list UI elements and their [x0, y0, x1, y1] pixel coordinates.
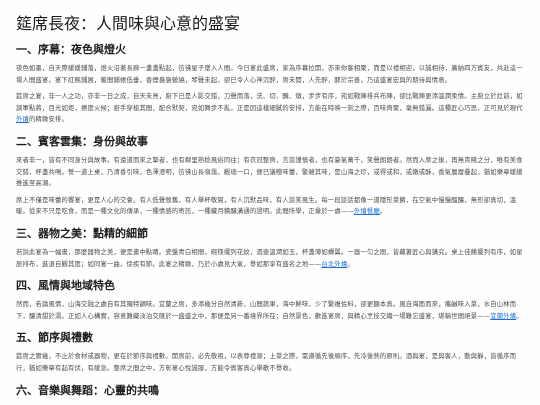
link-taipei-catering[interactable]: 台北外燴: [321, 261, 347, 268]
section-vessels: 三、器物之美：點精的細節 若說此宴為一幅畫，那麼器物之美，便是畫中點睛。瓷盤青白…: [16, 226, 526, 270]
paragraph: 若說此宴為一幅畫，那麼器物之美，便是畫中點睛。瓷盤青白相間，碗筷擺列花紋，酒壺溫…: [16, 248, 523, 268]
paragraph: 席上不僅是味蕾的饗宴，更是人心的交會。有人低聲敘舊，有人舉杯敬賀，有人沉默品味，…: [16, 196, 517, 216]
section-heading: 五、節序與禮數: [16, 331, 93, 345]
paragraph: 夜色如墨，自天際緩緩鋪落，燈火沿著長廊一盞盞點起，彷彿星子墜入人間。今日宴此盛席…: [16, 65, 523, 84]
paragraph: 筵席之宴，非一人之功，亦非一日之成，自天未亮，廚下已是人影交錯，刀聲雨落，洗、切…: [16, 93, 523, 124]
section-heading: 六、音樂與舞蹈：心靈的共鳴: [16, 383, 159, 397]
section-regional: 四、風情與地域特色 然而，若論風情，山海交融之處自有其獨特韻味。宜蘭之席，多添幾…: [16, 278, 526, 322]
page-title: 筵席長夜：人間味與心意的盛宴: [16, 14, 241, 33]
link-catering-restaurant[interactable]: 外燴餐廳: [354, 208, 380, 215]
paragraph: 來者非一，皆有不同身分與故事。有遠道而來之摯者，也有鄰里熟稔風俗同往；有衣冠整齊…: [16, 156, 523, 188]
section-music: 六、音樂與舞蹈：心靈的共鳴: [16, 383, 526, 399]
article: 筵席長夜：人間味與心意的盛宴 一、序幕：夜色與燈火 夜色如墨，自天際緩緩鋪落，燈…: [0, 0, 540, 399]
section-guests: 二、賓客雲集：身份與故事 來者非一，皆有不同身分與故事。有遠道而來之摯者，也有鄰…: [16, 134, 526, 218]
section-heading: 二、賓客雲集：身份與故事: [16, 134, 148, 148]
section-heading: 四、風情與地域特色: [16, 279, 115, 293]
section-heading: 一、序幕：夜色與燈火: [16, 43, 126, 56]
link-catering[interactable]: 外燴: [16, 116, 29, 123]
link-yilan-catering[interactable]: 宜蘭外燴: [490, 313, 516, 320]
section-etiquette: 五、節序與禮數 筵席之實幾，不止於食材或器物，更在於節序與禮數。開席前，必先敬祖…: [16, 330, 526, 374]
paragraph: 然而，若論風情，山海交融之處自有其獨特韻味。宜蘭之席，多添幾分自然清新，山間蔬果…: [16, 301, 523, 320]
paragraph: 筵席之實幾，不止於食材或器物，更在於節序與禮數。開席前，必先敬祖，以表尊禮源；上…: [16, 353, 517, 372]
section-prelude: 一、序幕：夜色與燈火 夜色如墨，自天際緩緩鋪落，燈火沿著長廊一盞盞點起，彷彿星子…: [16, 42, 526, 126]
section-heading: 三、器物之美：點精的細節: [16, 226, 148, 240]
